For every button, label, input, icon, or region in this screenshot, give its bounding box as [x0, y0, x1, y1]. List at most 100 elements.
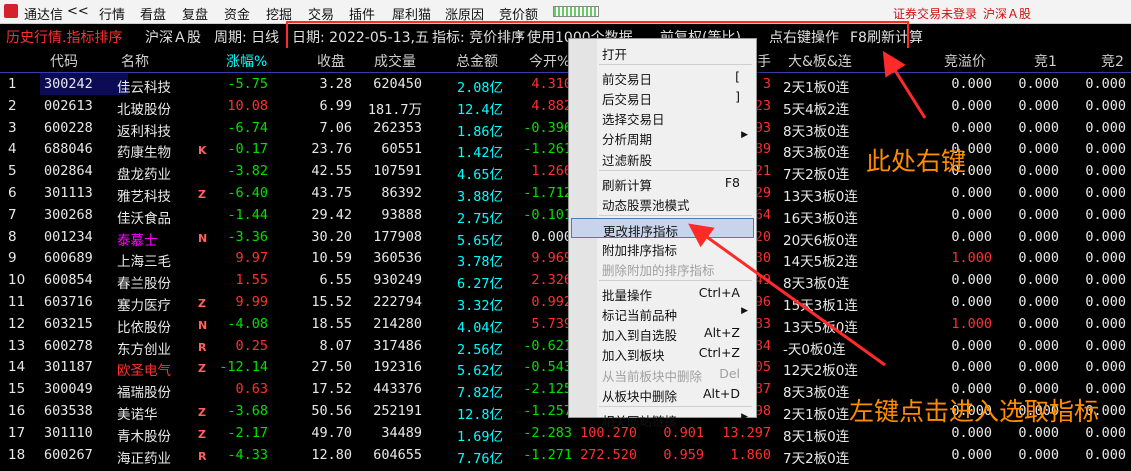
jing-2: 0.000	[1085, 97, 1126, 114]
table-row[interactable]: 8 001234 泰慕士 N -3.36 30.20 177908 5.65亿 0.000 20 2…	[0, 225, 1131, 249]
table-row[interactable]: 2 002613 北玻股份 10.08 6.99 181.7万 12.4亿 4.882 23 5天…	[0, 94, 1131, 118]
col-jing2[interactable]: 竞2	[1101, 51, 1124, 71]
volume: 93888	[381, 206, 422, 223]
stock-name: 海正药业	[117, 450, 171, 467]
login-status[interactable]: 证券交易未登录	[893, 5, 977, 22]
market-label: 沪深Ａ股	[983, 7, 1032, 21]
menu-item[interactable]: 加入到自选股 Alt+Z	[571, 323, 754, 343]
jing-1: 0.000	[1018, 97, 1059, 114]
stock-flag: R	[198, 340, 207, 354]
stock-code: 002864	[44, 163, 93, 180]
col-premium[interactable]: 竞溢价	[944, 51, 986, 71]
menu-item[interactable]: 刷新计算 F8	[571, 173, 754, 193]
menu-item-hangqing[interactable]: 行情	[99, 4, 125, 23]
menu-item[interactable]: 后交易日]	[571, 87, 754, 107]
change-pct: -4.33	[227, 446, 268, 463]
col-amount[interactable]: 总金额	[456, 51, 498, 71]
close-price: 3.28	[319, 76, 352, 92]
menu-item[interactable]: 加入到板块 Ctrl+Z	[571, 343, 754, 363]
table-row[interactable]: 3 600228 返利科技 -6.74 7.06 262353 1.86亿 -0.396 93 8…	[0, 116, 1131, 140]
table-row[interactable]: 18 600267 海正药业 R -4.33 12.80 604655 7.76亿 -1.271…	[0, 443, 1131, 467]
extra-3: 49	[754, 272, 771, 289]
stock-code: 600267	[44, 446, 93, 463]
board-streak: 8天3板0连	[783, 276, 850, 293]
col-close[interactable]: 收盘	[317, 51, 345, 71]
col-code[interactable]: 代码	[50, 51, 78, 71]
col-volume[interactable]: 成交量	[374, 51, 416, 71]
stock-flag: K	[198, 144, 207, 158]
extra-2: 0.959	[663, 446, 704, 463]
menu-item[interactable]: 动态股票池模式	[571, 193, 754, 213]
menu-item[interactable]: 相关网站链接 ▶	[571, 409, 754, 429]
nav-back-button[interactable]: <<	[67, 4, 89, 19]
close-price: 8.07	[319, 337, 352, 354]
table-row[interactable]: 10 600854 春兰股份 1.55 6.55 930249 6.27亿 2.326 49 8天…	[0, 269, 1131, 293]
extra-1: 272.520	[580, 446, 637, 463]
menu-item[interactable]: 打开	[571, 42, 754, 62]
menu-item[interactable]: 标记当前品种 ▶	[571, 303, 754, 323]
menu-item[interactable]: 附加排序指标	[571, 238, 754, 258]
auction-premium: 0.000	[951, 97, 992, 114]
board-streak: 8天3板0连	[783, 123, 850, 140]
col-open[interactable]: 今开%	[529, 51, 570, 71]
menu-item[interactable]: 从板块中删除 Alt+D	[571, 384, 754, 404]
menu-item[interactable]: 更改排序指标	[571, 217, 754, 239]
col-board[interactable]: 大&板&连	[788, 51, 852, 71]
menu-item-kanpan[interactable]: 看盘	[140, 4, 166, 23]
col-jing1[interactable]: 竞1	[1034, 51, 1057, 71]
close-price: 42.55	[311, 163, 352, 180]
col-change[interactable]: 涨幅%	[226, 51, 267, 71]
menu-item-shortcut: Alt+Z	[704, 325, 740, 341]
menu-item-shortcut: Alt+D	[702, 385, 740, 401]
table-row[interactable]: 12 603215 比依股份 N -4.08 18.55 214280 4.04亿 5.739 8…	[0, 312, 1131, 336]
board-streak: 13天5板0连	[783, 319, 858, 336]
menu-item[interactable]: 选择交易日	[571, 107, 754, 127]
amount: 12.8亿	[456, 407, 503, 423]
extra-3: 96	[754, 294, 771, 310]
change-pct: -2.17	[227, 424, 268, 441]
volume: 443376	[373, 381, 422, 398]
table-row[interactable]: 1 300242 佳云科技 -5.75 3.28 620450 2.08亿 4.310 3 2天1…	[0, 73, 1131, 96]
stock-name: 上海三毛	[117, 254, 171, 271]
app-title: 通达信	[24, 8, 64, 23]
col-name[interactable]: 名称	[121, 51, 149, 71]
board-streak: 7天2板0连	[783, 450, 850, 467]
menu-item[interactable]: 过滤新股	[571, 148, 754, 168]
menu-item-shortcut: Del	[719, 365, 740, 381]
amount: 5.65亿	[456, 232, 503, 249]
stock-flag: Z	[198, 406, 206, 419]
table-row[interactable]: 13 600278 东方创业 R 0.25 8.07 317486 2.56亿 -0.621 84…	[0, 334, 1131, 358]
col-hand[interactable]: 手	[757, 51, 771, 71]
market-title: 沪深Ａ股	[145, 30, 201, 46]
table-row[interactable]: 9 600689 上海三毛 9.97 10.59 360536 3.78亿 9.969 30 14…	[0, 247, 1131, 271]
volume: 214280	[373, 315, 422, 332]
stock-name: 雅艺科技	[117, 189, 171, 205]
row-index: 6	[8, 185, 17, 201]
close-price: 6.55	[319, 272, 352, 289]
stock-name: 北玻股份	[117, 101, 171, 118]
volume: 60551	[381, 141, 422, 158]
app-logo-icon	[4, 4, 18, 18]
menu-item[interactable]: 前交易日 [	[571, 67, 754, 87]
menu-item-zijin[interactable]: 资金	[224, 4, 250, 23]
auction-premium: 0.000	[951, 228, 992, 245]
jing-1: 0.000	[1018, 185, 1059, 201]
stock-code: 301113	[44, 185, 93, 201]
board-streak: 7天2板0连	[783, 167, 850, 184]
volume: 252191	[373, 403, 422, 419]
menu-item[interactable]: 分析周期 ▶	[571, 127, 754, 147]
stock-code: 603716	[44, 294, 93, 310]
volume: 192316	[373, 359, 422, 376]
table-row[interactable]: 11 603716 塞力医疗 Z 9.99 15.52 222794 3.32亿 0.992 96…	[0, 291, 1131, 314]
stock-code: 688046	[44, 141, 93, 158]
jing-2: 0.000	[1085, 141, 1126, 158]
menu-item[interactable]: 批量操作 Ctrl+A	[571, 283, 754, 303]
menu-item-fupan[interactable]: 复盘	[182, 4, 208, 23]
table-row[interactable]: 14 301187 欧圣电气 Z -12.14 27.50 192316 5.62亿 -0.54…	[0, 356, 1131, 379]
extra-3: 83	[754, 315, 771, 332]
close-price: 30.20	[311, 228, 352, 245]
table-row[interactable]: 7 300268 佳沃食品 -1.44 29.42 93888 2.75亿 -0.101 64 1…	[0, 203, 1131, 227]
jing-1: 0.000	[1018, 141, 1059, 158]
menu-item-label: 从当前板块中删除	[602, 368, 703, 384]
table-row[interactable]: 6 301113 雅艺科技 Z -6.40 43.75 86392 3.88亿 -1.712 29…	[0, 182, 1131, 205]
